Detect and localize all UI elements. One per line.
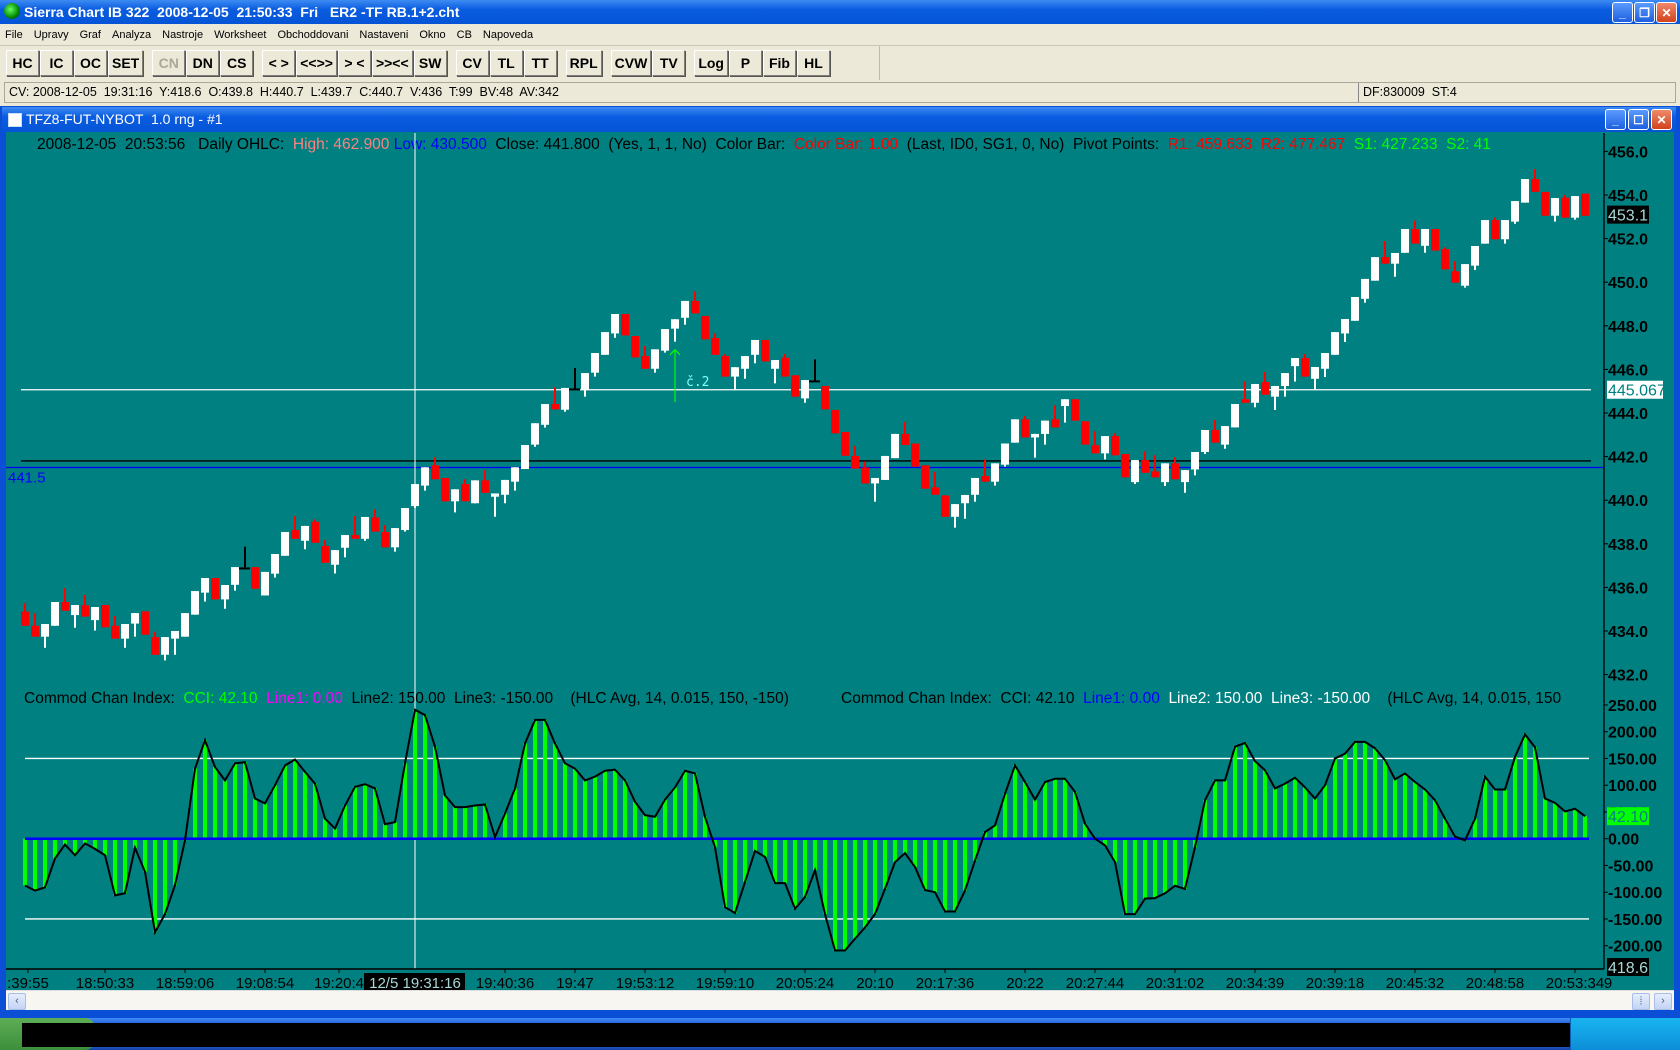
toolbar-button-TV[interactable]: TV — [652, 50, 686, 76]
legend-item: Color Bar: 1.00 — [793, 136, 907, 153]
menu-obchoddovani[interactable]: Obchoddovani — [272, 29, 354, 41]
legend-item: Pivot Points: — [1072, 136, 1168, 153]
legend-item: 2008-12-05 20:53:56 — [37, 136, 199, 153]
legend-item: CCI: 42.10 — [1000, 690, 1084, 707]
legend-item: R1: 459.633 — [1167, 136, 1261, 153]
legend-item: Line3: -150.00 — [454, 690, 562, 707]
app-title: Sierra Chart IB 322 2008-12-05 21:50:33 … — [24, 4, 460, 20]
legend-item: Line1: 0.00 — [1083, 690, 1169, 707]
scroll-thumb[interactable]: ⦙ — [1632, 993, 1650, 1010]
legend-item: Line1: 0.00 — [266, 690, 352, 707]
system-tray — [1570, 1018, 1680, 1050]
toolbar-button-[interactable]: >><< — [371, 50, 413, 76]
menu-cb[interactable]: CB — [452, 29, 478, 41]
menu-bar: File Upravy Graf Analyza Nastroje Worksheet Ob… — [0, 24, 1680, 46]
horizontal-scrollbar[interactable]: ‹ ⦙ › — [6, 990, 1674, 1010]
scroll-right-button[interactable]: › — [1654, 993, 1672, 1010]
menu-graf[interactable]: Graf — [75, 29, 107, 41]
legend-item: Daily OHLC: — [198, 136, 293, 153]
menu-okno[interactable]: Okno — [414, 29, 451, 41]
toolbar-button-[interactable]: < > — [262, 50, 296, 76]
menu-file[interactable]: File — [0, 29, 29, 41]
toolbar-button-[interactable]: > < — [337, 50, 371, 76]
legend-item: R2: 477.467 — [1260, 136, 1354, 153]
toolbar-button-DN[interactable]: DN — [186, 50, 220, 76]
app-title-bar: Sierra Chart IB 322 2008-12-05 21:50:33 … — [0, 0, 1680, 24]
price-study-legend: 2008-12-05 20:53:56 Daily OHLC: High: 46… — [37, 136, 1603, 154]
restore-button[interactable]: ❐ — [1634, 2, 1655, 23]
toolbar-button-CN[interactable]: CN — [152, 50, 186, 76]
legend-item: Color Bar: — [715, 136, 794, 153]
legend-item: CCI: 42.10 — [183, 690, 267, 707]
legend-item: Low: 430.500 — [393, 136, 492, 153]
toolbar-button-SET[interactable]: SET — [108, 50, 144, 76]
menu-nastroje[interactable]: Nastroje — [157, 29, 209, 41]
chart-window-title-bar: TFZ8-FUT-NYBOT 1.0 rng - #1 _ ☐ ✕ — [2, 107, 1676, 132]
legend-item: S2: 41 — [1446, 136, 1491, 153]
toolbar-button-CS[interactable]: CS — [220, 50, 254, 76]
toolbar: HC IC OC SET CN DN CS < > <<>> > < >><< SW CV TL TT RPL… — [0, 46, 880, 80]
scroll-left-button[interactable]: ‹ — [8, 993, 26, 1010]
chart-document-icon — [8, 113, 22, 127]
toolbar-button-Log[interactable]: Log — [694, 50, 728, 76]
legend-item: (HLC Avg, 14, 0.015, 150 — [1378, 690, 1562, 707]
menu-upravy[interactable]: Upravy — [29, 29, 75, 41]
legend-item: (Yes, 1, 1, No) — [608, 136, 716, 153]
menu-analyza[interactable]: Analyza — [107, 29, 157, 41]
chart-close-button[interactable]: ✕ — [1651, 109, 1672, 130]
cci-legend-primary: Commod Chan Index: CCI: 42.10 Line1: 0.0… — [24, 690, 824, 708]
toolbar-button-Fib[interactable]: Fib — [762, 50, 796, 76]
toolbar-button-CV[interactable]: CV — [455, 50, 489, 76]
legend-item: (Last, ID0, SG1, 0, No) — [906, 136, 1073, 153]
close-button[interactable]: ✕ — [1656, 2, 1677, 23]
menu-nastaveni[interactable]: Nastaveni — [354, 29, 414, 41]
toolbar-button-HC[interactable]: HC — [6, 50, 39, 76]
data-feed-status: DF:830009 ST:4 — [1358, 83, 1457, 102]
chart-minimize-button[interactable]: _ — [1605, 109, 1626, 130]
legend-item: Line2: 150.00 — [1168, 690, 1271, 707]
info-bar: CV: 2008-12-05 19:31:16 Y:418.6 O:439.8 … — [4, 82, 1676, 103]
legend-item: Commod Chan Index: — [841, 690, 1001, 707]
legend-item: Commod Chan Index: — [24, 690, 184, 707]
toolbar-button-RPL[interactable]: RPL — [565, 50, 602, 76]
toolbar-button-[interactable]: <<>> — [296, 50, 337, 76]
legend-item: Close: 441.800 — [491, 136, 609, 153]
chart-maximize-button[interactable]: ☐ — [1628, 109, 1649, 130]
toolbar-button-CVW[interactable]: CVW — [610, 50, 652, 76]
toolbar-button-P[interactable]: P — [728, 50, 762, 76]
toolbar-button-TL[interactable]: TL — [489, 50, 523, 76]
cursor-values: CV: 2008-12-05 19:31:16 Y:418.6 O:439.8 … — [9, 85, 559, 99]
sierra-chart-globe-icon — [4, 3, 20, 19]
toolbar-button-IC[interactable]: IC — [40, 50, 73, 76]
menu-worksheet[interactable]: Worksheet — [209, 29, 272, 41]
legend-item: Line3: -150.00 — [1271, 690, 1379, 707]
legend-item: High: 462.900 — [292, 136, 394, 153]
chart-window-title: TFZ8-FUT-NYBOT 1.0 rng - #1 — [26, 111, 223, 127]
legend-item: Line2: 150.00 — [351, 690, 454, 707]
chart-area[interactable] — [6, 132, 1674, 990]
taskbar-tasks-redacted — [22, 1023, 1570, 1047]
minimize-button[interactable]: _ — [1612, 2, 1633, 23]
cci-legend-secondary: Commod Chan Index: CCI: 42.10 Line1: 0.0… — [841, 690, 1603, 708]
menu-napoveda[interactable]: Napoveda — [478, 29, 539, 41]
toolbar-button-OC[interactable]: OC — [74, 50, 107, 76]
legend-item: (HLC Avg, 14, 0.015, 150, -150) — [561, 690, 789, 707]
legend-item: S1: 427.233 — [1353, 136, 1447, 153]
toolbar-button-SW[interactable]: SW — [413, 50, 447, 76]
toolbar-button-HL[interactable]: HL — [796, 50, 830, 76]
toolbar-button-TT[interactable]: TT — [523, 50, 557, 76]
